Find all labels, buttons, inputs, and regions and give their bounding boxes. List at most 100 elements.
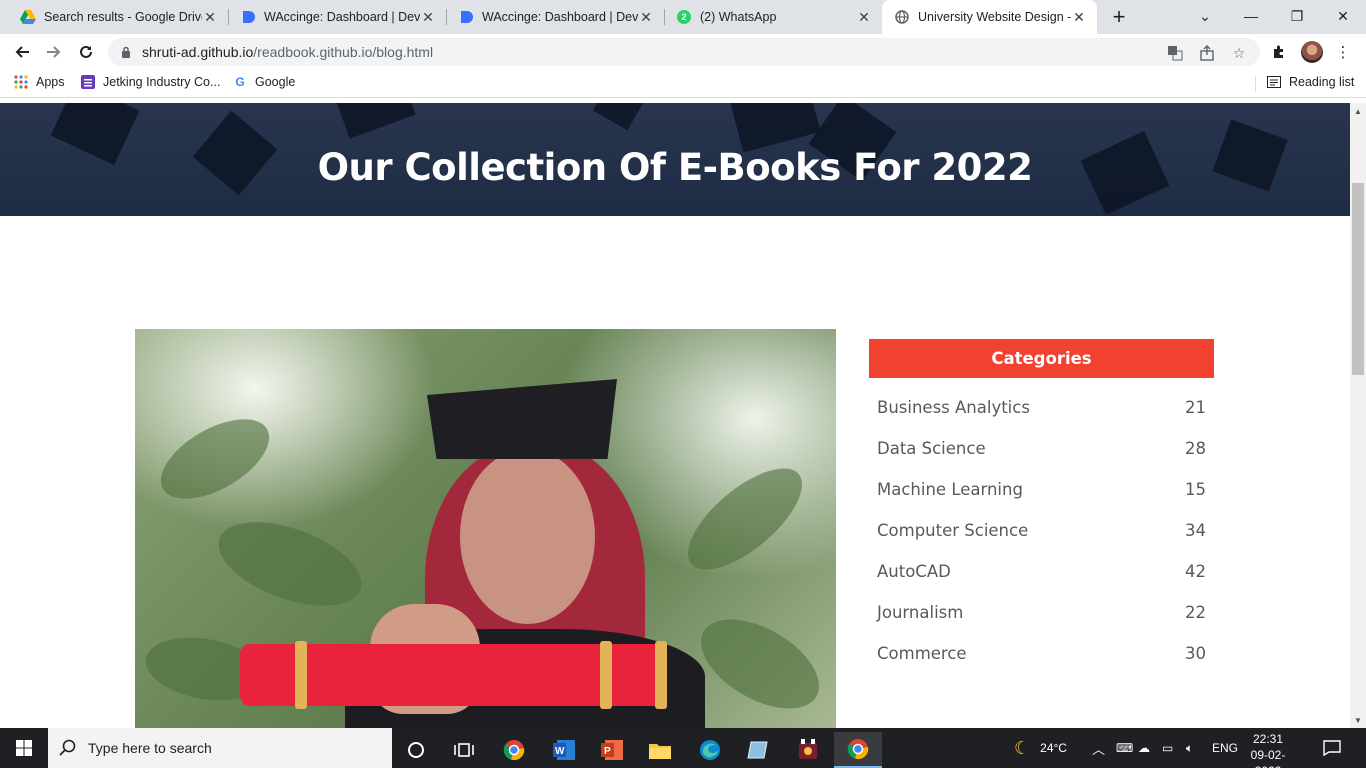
page-title: Our Collection Of E-Books For 2022 [317, 146, 1033, 189]
reload-icon [80, 45, 92, 58]
taskbar-search-box[interactable]: Type here to search [48, 728, 392, 768]
category-count: 22 [1185, 603, 1206, 622]
categories-list: Business Analytics 21 Data Science 28 Mach… [877, 398, 1206, 685]
svg-text:P: P [604, 746, 611, 757]
restore-button[interactable]: ❐ [1274, 0, 1320, 32]
scroll-up-arrow-icon[interactable]: ▲ [1350, 103, 1366, 119]
tab-title: University Website Design - H [918, 10, 1071, 24]
bookmark-google[interactable]: G Google [233, 75, 295, 89]
chrome-icon[interactable] [490, 732, 538, 768]
task-view-icon[interactable] [440, 732, 488, 768]
bookmark-label: Jetking Industry Co... [103, 75, 221, 89]
close-icon[interactable]: ✕ [1071, 9, 1087, 26]
tab-whatsapp[interactable]: 2 (2) WhatsApp ✕ [664, 0, 882, 34]
svg-text:W: W [555, 746, 565, 757]
windows-start-button[interactable] [0, 728, 48, 768]
file-explorer-icon[interactable] [636, 732, 684, 768]
windows-taskbar: Type here to search W P ☾ 24°C ︿ ⌨ ☁ ▭ 🔈… [0, 728, 1366, 768]
close-icon[interactable]: ✕ [856, 9, 872, 26]
new-tab-button[interactable]: + [1106, 4, 1132, 30]
reload-button[interactable] [72, 38, 100, 66]
reading-list-icon [1267, 75, 1281, 89]
share-icon[interactable] [1198, 44, 1216, 62]
network-icon[interactable]: ▭ [1162, 728, 1173, 768]
scrollbar-thumb[interactable] [1352, 183, 1364, 375]
form-icon [81, 75, 95, 89]
category-item[interactable]: Data Science 28 [877, 439, 1206, 480]
category-item[interactable]: Commerce 30 [877, 644, 1206, 685]
notes-app-icon[interactable] [734, 732, 782, 768]
extensions-puzzle-icon[interactable] [1269, 42, 1289, 62]
notification-icon[interactable] [1323, 728, 1341, 768]
taskbar-clock[interactable]: 22:31 09-02-2022 [1240, 731, 1296, 768]
language-indicator[interactable]: ENG [1212, 728, 1238, 768]
tab-search-chevron-icon[interactable]: ⌄ [1182, 0, 1228, 32]
search-icon [48, 739, 88, 757]
close-icon[interactable]: ✕ [202, 9, 218, 26]
category-item[interactable]: Computer Science 34 [877, 521, 1206, 562]
chrome-active-window-icon[interactable] [834, 732, 882, 768]
bookmark-apps[interactable]: Apps [14, 75, 65, 89]
word-icon[interactable]: W [540, 732, 588, 768]
meet-icon[interactable]: ⌨ [1116, 728, 1133, 768]
tab-devfolio-1[interactable]: WAccinge: Dashboard | Devfolio ✕ [228, 0, 446, 34]
search-placeholder: Type here to search [88, 740, 212, 756]
tab-title: Search results - Google Drive [44, 10, 202, 24]
graduation-cap-decoration [729, 103, 821, 153]
category-item[interactable]: Business Analytics 21 [877, 398, 1206, 439]
bookmark-star-icon[interactable]: ☆ [1230, 44, 1248, 62]
bookmark-jetking[interactable]: Jetking Industry Co... [81, 75, 220, 89]
back-arrow-icon [15, 46, 29, 58]
translate-icon[interactable] [1166, 44, 1184, 62]
media-app-icon[interactable] [784, 732, 832, 768]
tray-chevron-icon[interactable]: ︿ [1092, 728, 1105, 768]
minimize-button[interactable]: — [1228, 0, 1274, 32]
lock-icon[interactable] [120, 45, 132, 59]
onedrive-cloud-icon[interactable]: ☁ [1138, 728, 1150, 768]
category-count: 15 [1185, 480, 1206, 499]
date-text: 09-02-2022 [1250, 748, 1286, 768]
page-scrollbar[interactable]: ▲ ▼ [1350, 103, 1366, 728]
url-text[interactable]: shruti-ad.github.io/readbook.github.io/b… [142, 44, 433, 60]
reading-list-button[interactable]: Reading list [1267, 75, 1354, 89]
more-menu-icon[interactable]: ⋮ [1333, 42, 1353, 62]
scroll-down-arrow-icon[interactable]: ▼ [1350, 712, 1366, 728]
globe-icon [894, 9, 910, 25]
tab-title: WAccinge: Dashboard | Devfolio [264, 10, 420, 24]
category-count: 21 [1185, 398, 1206, 417]
volume-icon[interactable]: 🔈︎ [1186, 728, 1193, 768]
category-count: 34 [1185, 521, 1206, 540]
weather-widget[interactable]: ☾ 24°C [1014, 728, 1067, 768]
bookmarks-bar: Apps Jetking Industry Co... G Google Rea… [0, 70, 1366, 98]
category-item[interactable]: AutoCAD 42 [877, 562, 1206, 603]
hero-banner: Our Collection Of E-Books For 2022 [0, 103, 1350, 216]
tab-google-drive[interactable]: Search results - Google Drive ✕ [8, 0, 228, 34]
tab-strip: Search results - Google Drive ✕ WAccinge… [0, 0, 1366, 34]
category-count: 42 [1185, 562, 1206, 581]
close-window-button[interactable]: ✕ [1320, 0, 1366, 32]
category-item[interactable]: Journalism 22 [877, 603, 1206, 644]
temperature-text: 24°C [1040, 741, 1067, 755]
devfolio-icon [240, 9, 256, 25]
google-icon: G [235, 75, 245, 89]
browser-toolbar: shruti-ad.github.io/readbook.github.io/b… [0, 34, 1366, 70]
close-icon[interactable]: ✕ [638, 9, 654, 26]
edge-icon[interactable] [686, 732, 734, 768]
back-button[interactable] [8, 38, 36, 66]
cortana-icon[interactable] [392, 732, 440, 768]
address-bar[interactable]: shruti-ad.github.io/readbook.github.io/b… [108, 38, 1260, 66]
category-item[interactable]: Machine Learning 15 [877, 480, 1206, 521]
tab-university-website[interactable]: University Website Design - H ✕ [882, 0, 1097, 34]
graduate-photo [135, 329, 836, 728]
devfolio-icon [458, 9, 474, 25]
close-icon[interactable]: ✕ [420, 9, 436, 26]
profile-avatar[interactable] [1301, 41, 1323, 63]
graduation-cap-decoration [592, 103, 648, 131]
forward-button[interactable] [40, 38, 68, 66]
bookmark-label: Apps [36, 75, 65, 89]
page-viewport: Our Collection Of E-Books For 2022 Categ… [0, 103, 1350, 728]
tab-devfolio-2[interactable]: WAccinge: Dashboard | Devfolio ✕ [446, 0, 664, 34]
category-count: 30 [1185, 644, 1206, 663]
bookmark-label: Google [255, 75, 296, 89]
powerpoint-icon[interactable]: P [588, 732, 636, 768]
